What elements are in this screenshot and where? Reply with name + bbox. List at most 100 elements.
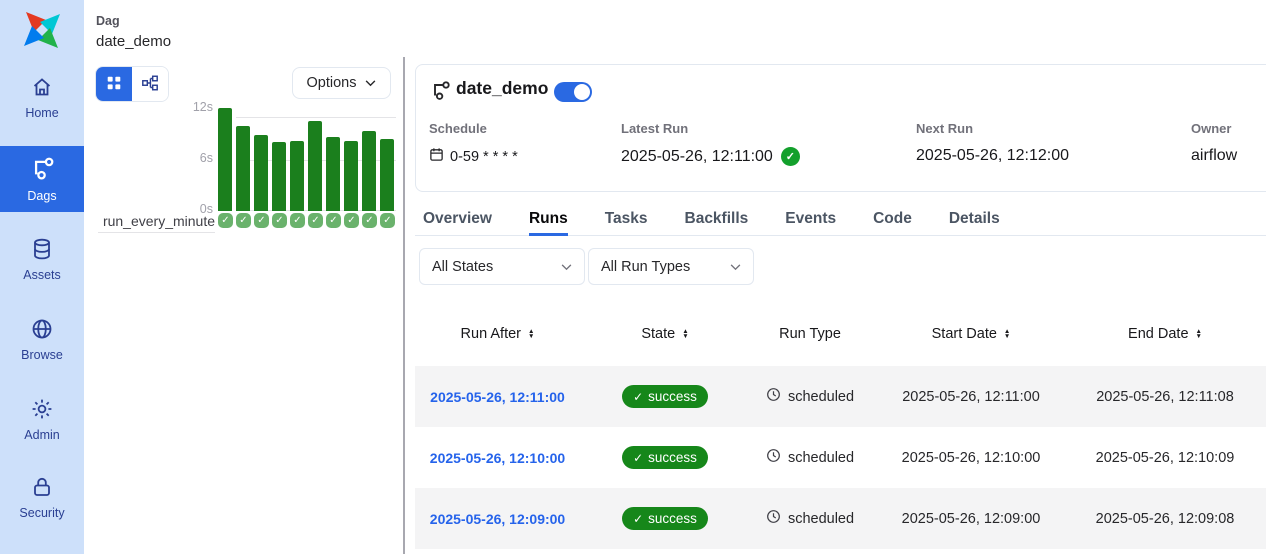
options-button[interactable]: Options [292,67,391,99]
column-header-start-date[interactable]: Start Date ▲▼ [870,326,1072,342]
page-title: date_demo [96,33,171,50]
duration-bar[interactable] [290,141,304,211]
run-filters: All States All Run Types [419,248,754,285]
sidebar-item-label: Admin [24,428,59,442]
lock-icon [30,475,54,499]
state-filter-select[interactable]: All States [419,248,585,285]
sidebar-item-security[interactable]: Security [0,464,84,530]
status-badge[interactable]: ✓success [622,446,708,469]
run-type-value: scheduled [788,450,854,466]
task-instance-success-badge[interactable]: ✓ [326,213,341,228]
check-icon: ✓ [633,451,643,465]
sort-icon: ▲▼ [682,329,688,340]
check-icon: ✓ [633,390,643,404]
task-instance-success-badge[interactable]: ✓ [380,213,395,228]
tab-runs[interactable]: Runs [529,204,568,236]
duration-bar[interactable] [272,142,286,211]
graph-view-button[interactable] [132,67,168,101]
sort-icon: ▲▼ [1196,329,1202,340]
sidebar-item-assets[interactable]: Assets [0,226,84,292]
dag-tabs: Overview Runs Tasks Backfills Events Cod… [415,204,1266,236]
sidebar-item-browse[interactable]: Browse [0,306,84,372]
state-filter-value: All States [432,259,493,275]
duration-bar[interactable] [344,141,358,211]
stat-next-run: Next Run 2025-05-26, 12:12:00 [916,121,1069,165]
start-date-value: 2025-05-26, 12:11:00 [902,389,1040,405]
tab-events[interactable]: Events [785,204,836,235]
duration-bar[interactable] [218,108,232,211]
chevron-down-icon [365,75,376,91]
tab-code[interactable]: Code [873,204,912,235]
status-badge[interactable]: ✓success [622,507,708,530]
task-instance-success-badge[interactable]: ✓ [344,213,359,228]
task-row-divider [98,232,215,233]
task-name-label[interactable]: run_every_minute [84,213,215,229]
breadcrumb-kicker: Dag [96,14,120,28]
task-instance-success-badge[interactable]: ✓ [236,213,251,228]
sidebar-item-dags[interactable]: Dags [0,146,84,212]
status-badge[interactable]: ✓success [622,385,708,408]
calendar-icon [429,147,444,166]
table-row: 2025-05-26, 12:09:00 ✓success scheduled … [415,488,1266,549]
y-axis-tick-6s: 6s [177,151,213,165]
sort-icon: ▲▼ [528,329,534,340]
column-header-state[interactable]: State ▲▼ [580,326,750,342]
task-instance-success-badge[interactable]: ✓ [272,213,287,228]
run-type-filter-select[interactable]: All Run Types [588,248,754,285]
table-row: 2025-05-26, 12:11:00 ✓success scheduled … [415,366,1266,427]
column-header-end-date[interactable]: End Date ▲▼ [1072,326,1258,342]
globe-icon [30,317,54,341]
stat-label: Owner [1191,121,1237,136]
toggle-knob [574,84,590,100]
sidebar-item-home[interactable]: Home [0,64,84,130]
end-date-value: 2025-05-26, 12:09:08 [1096,511,1235,527]
airflow-logo[interactable] [20,8,64,52]
home-icon [30,75,54,99]
duration-bar[interactable] [380,139,394,211]
task-instance-success-badge[interactable]: ✓ [308,213,323,228]
duration-bar[interactable] [362,131,376,211]
run-type-filter-value: All Run Types [601,259,690,275]
run-after-link[interactable]: 2025-05-26, 12:10:00 [430,450,565,466]
table-row: 2025-05-26, 12:10:00 ✓success scheduled … [415,427,1266,488]
tab-backfills[interactable]: Backfills [685,204,749,235]
task-instance-success-badge[interactable]: ✓ [218,213,233,228]
end-date-value: 2025-05-26, 12:11:08 [1096,389,1234,405]
grid-view-button[interactable] [96,67,132,101]
dag-summary-card: date_demo Schedule 0-59 * * * * Latest R… [415,64,1266,192]
task-instance-success-badge[interactable]: ✓ [254,213,269,228]
grid-icon [105,74,123,95]
airflow-pinwheel-icon [20,8,64,52]
stat-schedule: Schedule 0-59 * * * * [429,121,518,166]
options-label: Options [307,75,357,91]
panel-resize-handle[interactable] [403,57,405,554]
sidebar-item-admin[interactable]: Admin [0,386,84,452]
stat-label: Schedule [429,121,518,136]
column-header-run-after[interactable]: Run After ▲▼ [415,326,580,342]
task-instance-success-badge[interactable]: ✓ [290,213,305,228]
duration-bar-chart [218,108,400,211]
task-instance-badges: ✓✓✓✓✓✓✓✓✓✓ [218,213,395,228]
chevron-down-icon [561,259,572,275]
owner-value: airflow [1191,147,1237,165]
gear-icon [30,397,54,421]
run-after-link[interactable]: 2025-05-26, 12:09:00 [430,511,565,527]
dag-enabled-toggle[interactable] [554,82,592,102]
sidebar-item-label: Assets [23,268,61,282]
duration-bar[interactable] [308,121,322,211]
duration-bar[interactable] [236,126,250,211]
tab-overview[interactable]: Overview [423,204,492,235]
run-after-link[interactable]: 2025-05-26, 12:11:00 [430,389,565,405]
sidebar: Home Dags Assets [0,0,84,554]
sidebar-item-label: Dags [27,189,56,203]
task-instance-success-badge[interactable]: ✓ [362,213,377,228]
tab-details[interactable]: Details [949,204,1000,235]
duration-bar[interactable] [326,137,340,211]
run-type-value: scheduled [788,389,854,405]
latest-run-value[interactable]: 2025-05-26, 12:11:00 [621,148,773,166]
duration-bar[interactable] [254,135,268,211]
database-icon [30,237,54,261]
success-check-icon: ✓ [781,147,800,166]
tab-tasks[interactable]: Tasks [605,204,648,235]
next-run-value: 2025-05-26, 12:12:00 [916,147,1069,165]
